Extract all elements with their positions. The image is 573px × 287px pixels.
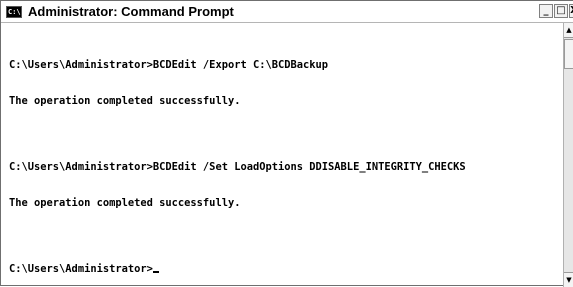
minimize-button[interactable]: _ [539,4,553,18]
close-button[interactable]: X [569,4,573,18]
console-line-3: C:\Users\Administrator>BCDEdit /Set Load… [9,161,466,173]
scroll-up-arrow-icon[interactable]: ▲ [564,23,573,38]
scroll-down-arrow-icon[interactable]: ▼ [564,272,573,287]
window-title: Administrator: Command Prompt [28,4,234,19]
console-line-1: C:\Users\Administrator>BCDEdit /Export C… [9,59,329,71]
maximize-button[interactable]: □ [554,4,568,18]
console-output[interactable]: C:\Users\Administrator>BCDEdit /Export C… [9,35,557,283]
console-line-4: The operation completed successfully. [9,197,241,209]
title-bar[interactable]: C:\ Administrator: Command Prompt _ □ X [1,1,573,23]
scrollbar-thumb[interactable] [564,39,573,69]
prompt-text: C:\Users\Administrator> [9,263,153,275]
command-prompt-icon[interactable]: C:\ [6,6,22,18]
text-cursor [152,271,159,273]
console-line-2: The operation completed successfully. [9,95,241,107]
command-prompt-line[interactable]: C:\Users\Administrator> [9,263,557,275]
command-prompt-window: C:\ Administrator: Command Prompt _ □ X … [0,0,573,287]
vertical-scrollbar[interactable]: ▲ ▼ [563,23,573,287]
